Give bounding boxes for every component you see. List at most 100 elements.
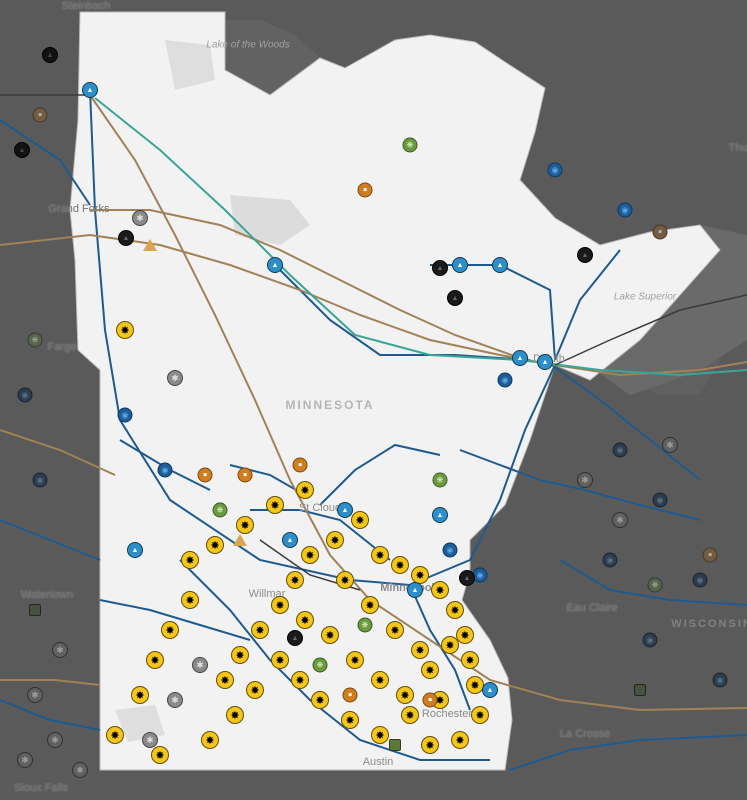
marker-coal[interactable]	[577, 247, 593, 263]
marker-geo[interactable]	[293, 458, 308, 473]
marker-ng[interactable]	[548, 163, 563, 178]
marker-coal[interactable]	[459, 570, 475, 586]
marker-solar[interactable]	[471, 706, 489, 724]
marker-solar[interactable]	[461, 651, 479, 669]
marker-solar[interactable]	[311, 691, 329, 709]
marker-ng[interactable]	[118, 408, 133, 423]
marker-solar[interactable]	[421, 736, 439, 754]
marker-solar[interactable]	[286, 571, 304, 589]
marker-solar[interactable]	[151, 746, 169, 764]
marker-wind[interactable]	[662, 437, 678, 453]
marker-solar[interactable]	[206, 536, 224, 554]
marker-geo[interactable]	[703, 548, 718, 563]
marker-gas[interactable]	[127, 542, 143, 558]
marker-gas[interactable]	[407, 582, 423, 598]
marker-solar[interactable]	[446, 601, 464, 619]
marker-ng[interactable]	[473, 568, 488, 583]
marker-solar[interactable]	[161, 621, 179, 639]
marker-solar[interactable]	[361, 596, 379, 614]
marker-solar[interactable]	[301, 546, 319, 564]
marker-wind[interactable]	[27, 687, 43, 703]
marker-solar[interactable]	[336, 571, 354, 589]
marker-solar[interactable]	[291, 671, 309, 689]
marker-solar[interactable]	[351, 511, 369, 529]
marker-ng[interactable]	[158, 463, 173, 478]
marker-solar[interactable]	[451, 731, 469, 749]
marker-ng[interactable]	[33, 473, 48, 488]
marker-bio[interactable]	[648, 578, 663, 593]
marker-solar[interactable]	[391, 556, 409, 574]
marker-ng[interactable]	[713, 673, 728, 688]
marker-solar[interactable]	[371, 671, 389, 689]
marker-solar[interactable]	[296, 481, 314, 499]
marker-solar[interactable]	[116, 321, 134, 339]
marker-geo[interactable]	[653, 225, 668, 240]
marker-bio[interactable]	[358, 618, 373, 633]
marker-solar[interactable]	[346, 651, 364, 669]
marker-geo[interactable]	[238, 468, 253, 483]
marker-solar[interactable]	[106, 726, 124, 744]
marker-coal[interactable]	[432, 260, 448, 276]
marker-coal[interactable]	[14, 142, 30, 158]
marker-ng[interactable]	[643, 633, 658, 648]
marker-solar[interactable]	[431, 581, 449, 599]
marker-solar[interactable]	[226, 706, 244, 724]
marker-gas[interactable]	[432, 507, 448, 523]
marker-ng[interactable]	[613, 443, 628, 458]
marker-solar[interactable]	[456, 626, 474, 644]
marker-wind[interactable]	[577, 472, 593, 488]
marker-geo[interactable]	[423, 693, 438, 708]
marker-solar[interactable]	[246, 681, 264, 699]
marker-geo[interactable]	[343, 688, 358, 703]
marker-solar[interactable]	[216, 671, 234, 689]
marker-solar[interactable]	[401, 706, 419, 724]
marker-coal[interactable]	[118, 230, 134, 246]
marker-hazard[interactable]	[143, 239, 157, 251]
marker-gas[interactable]	[82, 82, 98, 98]
marker-coal[interactable]	[287, 630, 303, 646]
marker-solar[interactable]	[421, 661, 439, 679]
marker-solar[interactable]	[371, 546, 389, 564]
marker-wind[interactable]	[47, 732, 63, 748]
marker-ng[interactable]	[443, 543, 458, 558]
marker-gas[interactable]	[492, 257, 508, 273]
marker-gas[interactable]	[482, 682, 498, 698]
marker-solar[interactable]	[386, 621, 404, 639]
marker-hazard[interactable]	[233, 534, 247, 546]
marker-gas[interactable]	[337, 502, 353, 518]
marker-bio[interactable]	[28, 333, 43, 348]
marker-bio[interactable]	[403, 138, 418, 153]
marker-sqg[interactable]	[29, 604, 41, 616]
marker-coal[interactable]	[42, 47, 58, 63]
marker-ng[interactable]	[693, 573, 708, 588]
marker-solar[interactable]	[296, 611, 314, 629]
marker-geo[interactable]	[198, 468, 213, 483]
marker-solar[interactable]	[341, 711, 359, 729]
marker-solar[interactable]	[396, 686, 414, 704]
marker-ng[interactable]	[498, 373, 513, 388]
marker-solar[interactable]	[131, 686, 149, 704]
marker-geo[interactable]	[358, 183, 373, 198]
marker-solar[interactable]	[321, 626, 339, 644]
marker-wind[interactable]	[52, 642, 68, 658]
marker-solar[interactable]	[441, 636, 459, 654]
marker-wind[interactable]	[17, 752, 33, 768]
marker-solar[interactable]	[201, 731, 219, 749]
marker-solar[interactable]	[371, 726, 389, 744]
marker-wind[interactable]	[167, 370, 183, 386]
marker-solar[interactable]	[271, 651, 289, 669]
marker-ng[interactable]	[603, 553, 618, 568]
marker-sqg[interactable]	[634, 684, 646, 696]
marker-solar[interactable]	[411, 641, 429, 659]
marker-solar[interactable]	[181, 551, 199, 569]
marker-geo[interactable]	[33, 108, 48, 123]
marker-wind[interactable]	[167, 692, 183, 708]
marker-solar[interactable]	[251, 621, 269, 639]
marker-solar[interactable]	[266, 496, 284, 514]
marker-coal[interactable]	[447, 290, 463, 306]
marker-solar[interactable]	[271, 596, 289, 614]
marker-bio[interactable]	[313, 658, 328, 673]
marker-gas[interactable]	[537, 354, 553, 370]
marker-gas[interactable]	[282, 532, 298, 548]
marker-bio[interactable]	[433, 473, 448, 488]
